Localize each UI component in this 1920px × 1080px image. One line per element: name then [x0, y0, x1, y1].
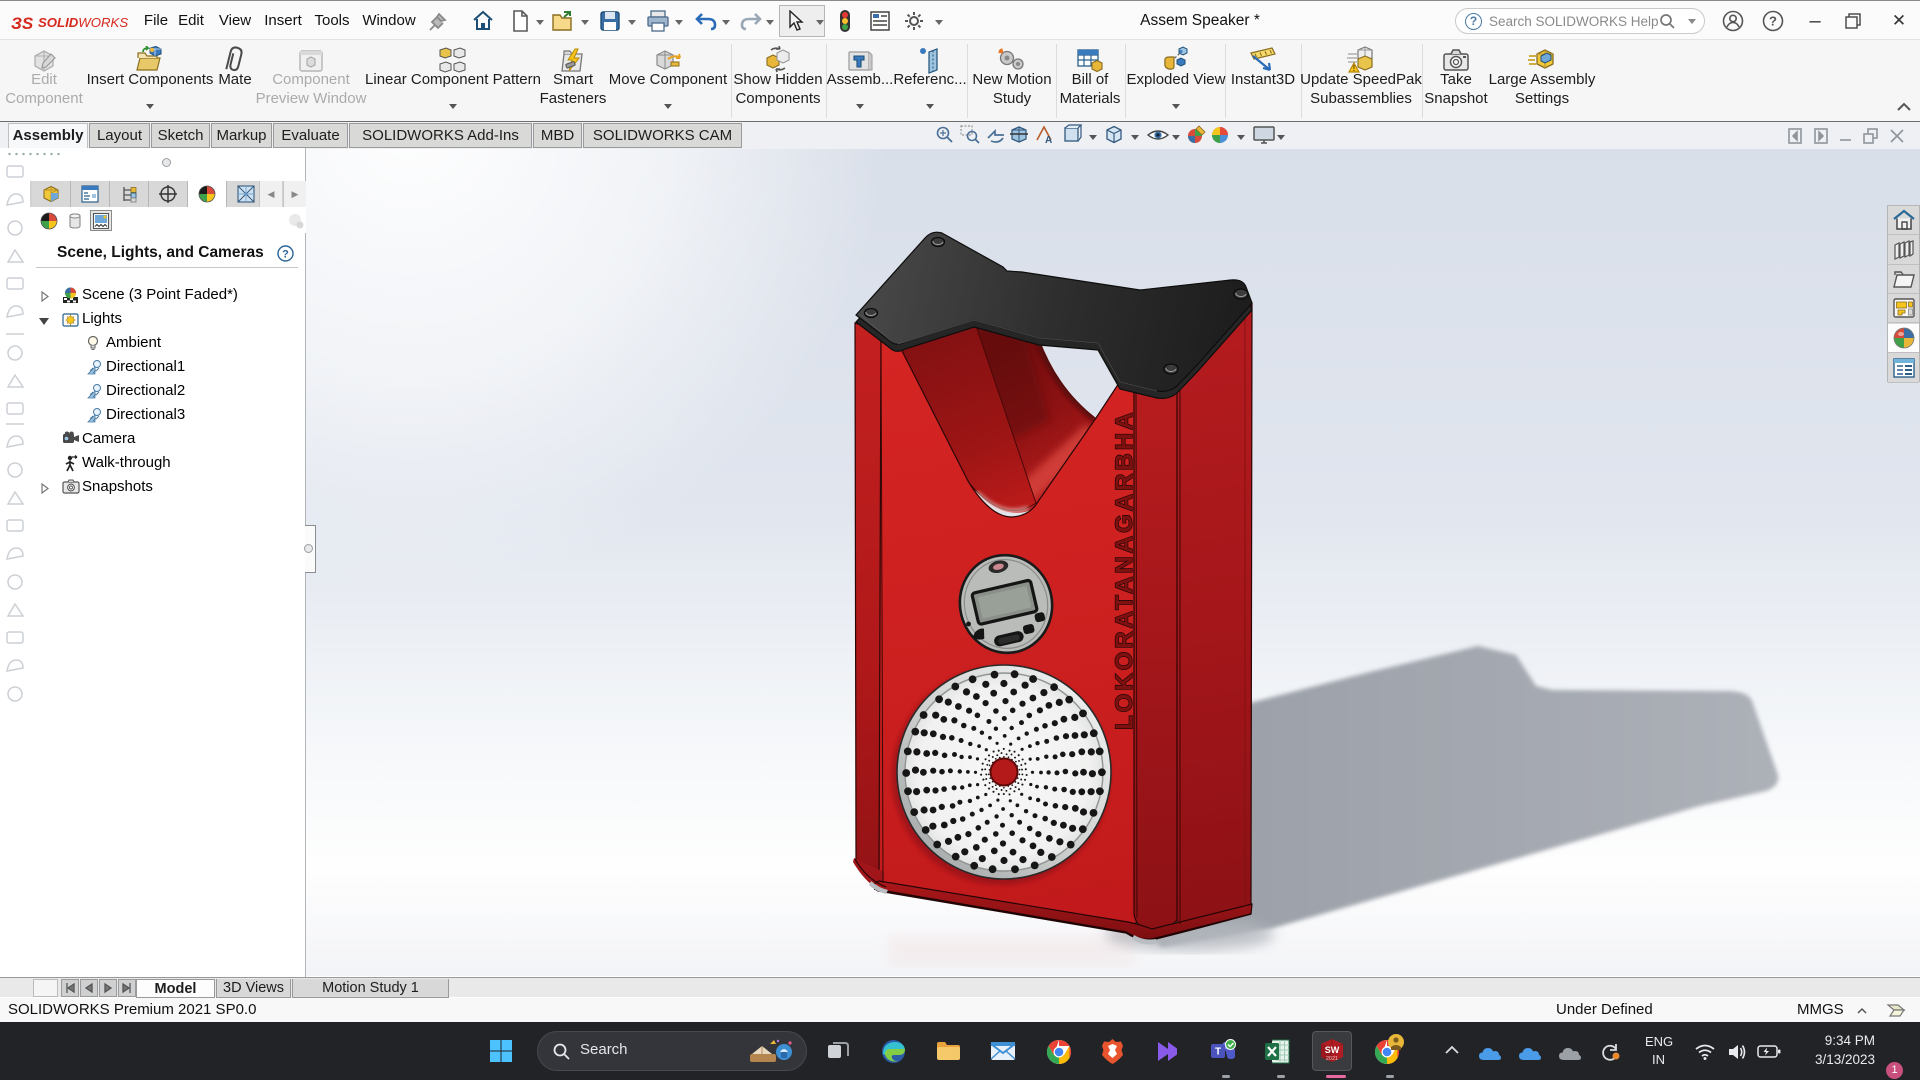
svg-text:T: T [1215, 1047, 1221, 1058]
svg-text:?: ? [1769, 14, 1777, 29]
svg-text:ЗS: ЗS [11, 14, 34, 33]
svg-text:2021: 2021 [1326, 1056, 1338, 1062]
svg-text:SOLIDWORKS: SOLIDWORKS [38, 15, 128, 30]
svg-text:SW: SW [1325, 1045, 1340, 1055]
svg-text:A: A [1045, 135, 1052, 146]
svg-text:LOKORATANAGARBHA: LOKORATANAGARBHA [1111, 410, 1138, 730]
svg-text:?: ? [282, 249, 289, 261]
